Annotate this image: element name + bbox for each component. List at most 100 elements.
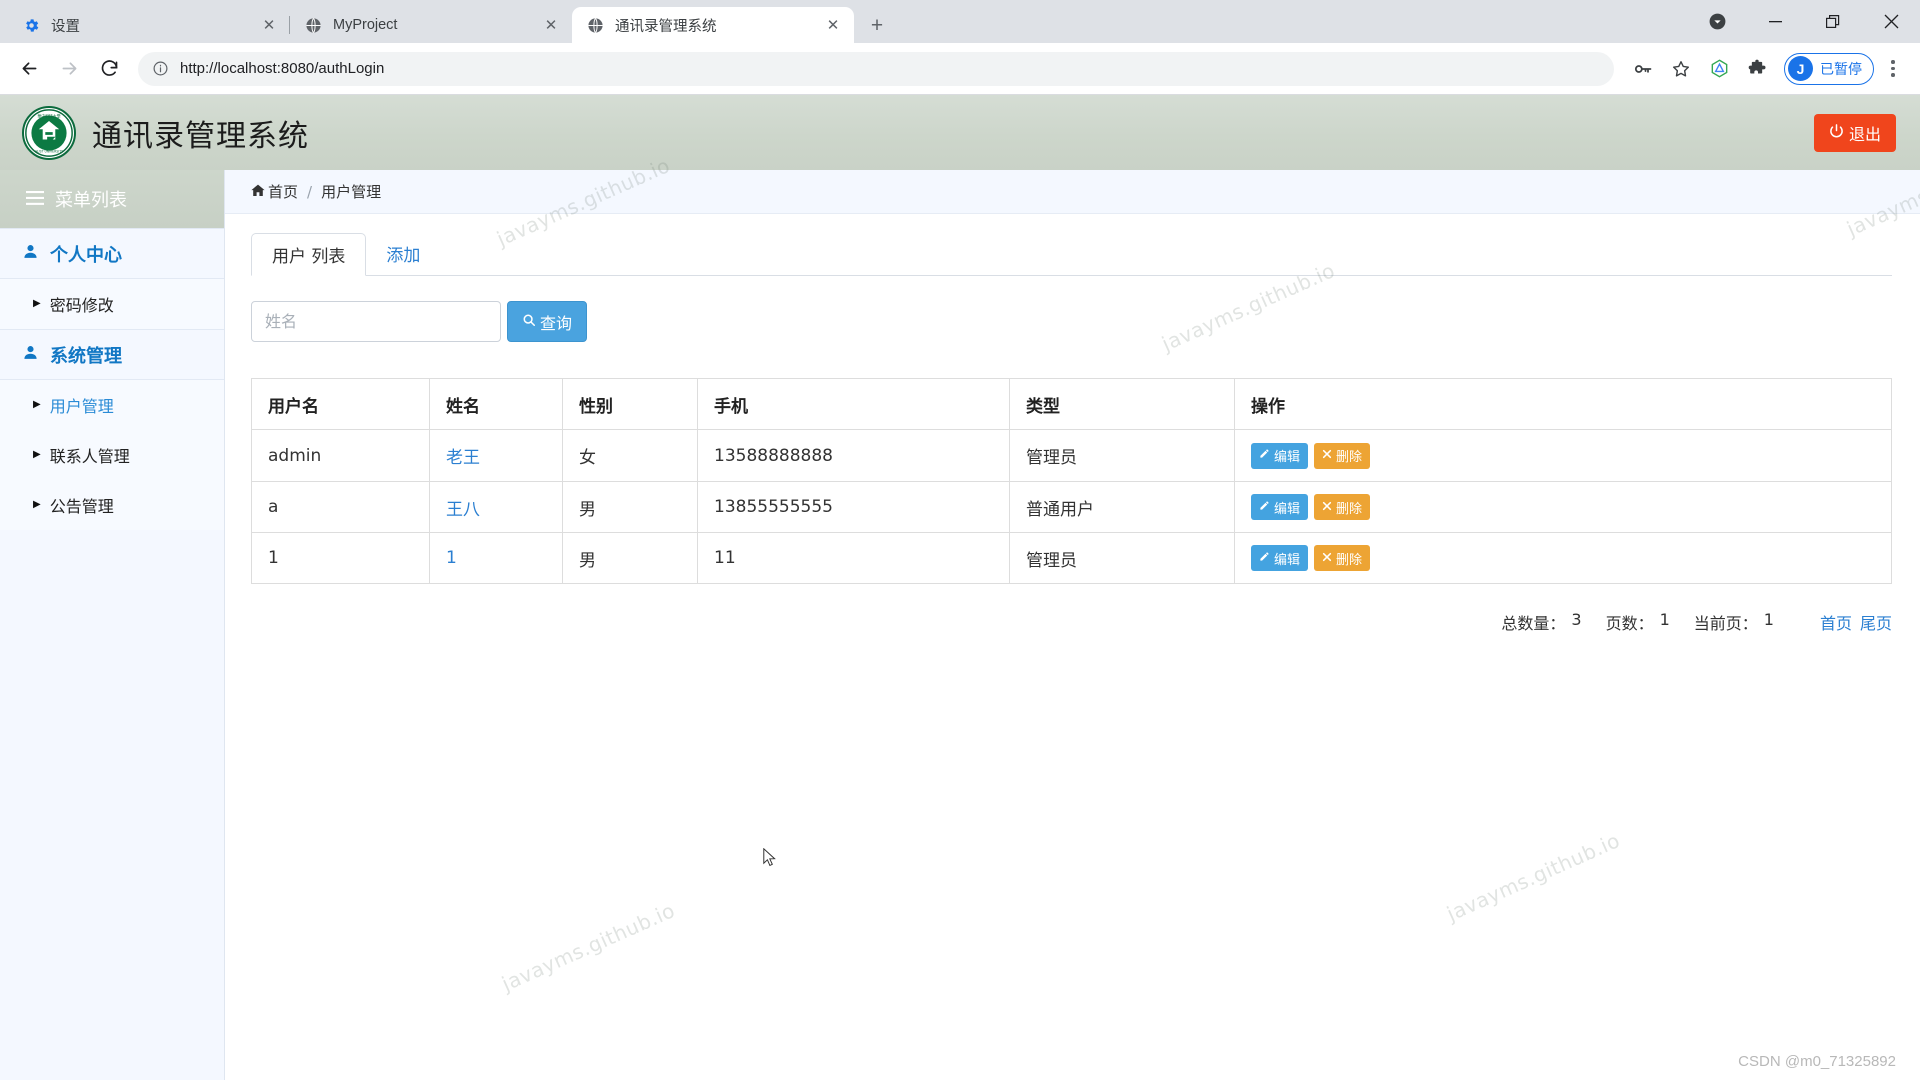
table-body: admin 老王 女 13588888888 管理员 编辑 删除 a 王八 男 …: [251, 429, 1892, 584]
delete-label: 删除: [1336, 552, 1363, 568]
pagination-current: 当前页： 1: [1694, 610, 1774, 634]
content-panel: 用户 列表 添加 查询: [225, 214, 1920, 634]
name-link[interactable]: 王八: [446, 500, 480, 520]
breadcrumb-home[interactable]: 首页: [251, 181, 298, 202]
power-icon: [1829, 123, 1844, 142]
info-icon[interactable]: [152, 60, 170, 78]
university-emblem-icon: 華中科技大學 HUST UNIVERSITY: [22, 105, 76, 160]
sidebar-item-contact-management[interactable]: ▶ 联系人管理: [0, 430, 224, 480]
sidebar-item-user-management[interactable]: ▶ 用户管理: [0, 380, 224, 430]
close-button[interactable]: [1862, 0, 1920, 43]
reload-icon[interactable]: [92, 52, 126, 86]
browser-window: 设置 ✕ MyProject ✕ 通讯录管理系统 ✕ + http://loca…: [0, 0, 1920, 1080]
edit-button[interactable]: 编辑: [1251, 545, 1309, 571]
table-row: 1 1 男 11 管理员 编辑 删除: [251, 532, 1892, 584]
column-header-phone: 手机: [697, 378, 1010, 430]
name-link[interactable]: 1: [446, 548, 457, 568]
sidebar-item-label: 用户管理: [49, 397, 114, 416]
panel-tabs: 用户 列表 添加: [251, 233, 1892, 276]
pagination-total: 总数量： 3: [1501, 610, 1581, 634]
pagination: 总数量： 3 页数： 1 当前页： 1 首页 尾页: [251, 610, 1892, 634]
back-arrow-icon[interactable]: [12, 52, 46, 86]
logout-button[interactable]: 退出: [1813, 113, 1896, 152]
star-icon[interactable]: [1664, 52, 1698, 86]
cell-username: 1: [251, 532, 430, 584]
window-controls: [1688, 0, 1920, 43]
close-icon[interactable]: ✕: [822, 14, 844, 36]
chevron-right-icon: ▶: [33, 399, 41, 410]
forward-arrow-icon[interactable]: [52, 52, 86, 86]
table-header-row: 用户名 姓名 性别 手机 类型 操作: [251, 378, 1892, 430]
cell-actions: 编辑 删除: [1234, 532, 1892, 584]
delete-button[interactable]: 删除: [1314, 494, 1371, 520]
download-icon[interactable]: [1688, 0, 1746, 43]
puzzle-icon[interactable]: [1740, 52, 1774, 86]
cell-username: admin: [251, 429, 430, 482]
breadcrumb-current: 用户管理: [321, 183, 382, 201]
pencil-icon: [1259, 500, 1270, 515]
sidebar-group-system[interactable]: 系统管理: [0, 329, 224, 380]
delete-button[interactable]: 删除: [1314, 442, 1371, 469]
name-link[interactable]: 老王: [446, 448, 480, 468]
cell-gender: 男: [562, 481, 698, 533]
tab-add[interactable]: 添加: [366, 232, 440, 275]
edit-label: 编辑: [1274, 501, 1301, 517]
sidebar-item-label: 密码修改: [49, 296, 114, 315]
user-icon: [22, 243, 39, 265]
key-icon[interactable]: [1626, 52, 1660, 86]
logout-label: 退出: [1848, 124, 1881, 144]
cell-type: 管理员: [1009, 532, 1235, 584]
pagination-total-label: 总数量：: [1501, 614, 1566, 633]
browser-tab-active[interactable]: 通讯录管理系统 ✕: [572, 7, 854, 43]
edit-button[interactable]: 编辑: [1251, 494, 1309, 520]
avatar: J: [1788, 56, 1813, 81]
last-page-link[interactable]: 尾页: [1860, 610, 1892, 634]
user-table: 用户名 姓名 性别 手机 类型 操作 admin 老王 女 1358888888…: [251, 378, 1892, 584]
column-header-type: 类型: [1009, 378, 1235, 430]
sidebar-item-password-change[interactable]: ▶ 密码修改: [0, 279, 224, 329]
close-icon[interactable]: ✕: [258, 14, 280, 36]
first-page-link[interactable]: 首页: [1820, 610, 1852, 634]
app-header: 華中科技大學 HUST UNIVERSITY 通讯录管理系统 退出: [0, 95, 1920, 170]
cell-name: 1: [429, 532, 563, 584]
cell-type: 管理员: [1009, 429, 1235, 482]
new-tab-button[interactable]: +: [862, 10, 892, 40]
delete-button[interactable]: 删除: [1314, 545, 1371, 571]
search-button[interactable]: 查询: [507, 301, 588, 342]
pagination-pages-value: 1: [1659, 610, 1670, 629]
browser-toolbar: http://localhost:8080/authLogin J 已暂停: [0, 43, 1920, 95]
chevron-right-icon: ▶: [33, 499, 41, 510]
restore-button[interactable]: [1804, 0, 1862, 43]
cell-phone: 13855555555: [697, 481, 1010, 533]
close-icon[interactable]: ✕: [540, 14, 562, 36]
three-dots-icon[interactable]: [1878, 52, 1908, 86]
browser-tab-myproject[interactable]: MyProject ✕: [290, 7, 572, 43]
address-bar[interactable]: http://localhost:8080/authLogin: [138, 51, 1614, 86]
edit-button[interactable]: 编辑: [1251, 442, 1309, 469]
chevron-right-icon: ▶: [33, 298, 41, 309]
minimize-button[interactable]: [1746, 0, 1804, 43]
sidebar-item-label: 联系人管理: [49, 447, 130, 466]
browser-tab-settings[interactable]: 设置 ✕: [8, 7, 290, 43]
sidebar-group-personal[interactable]: 个人中心: [0, 228, 224, 279]
profile-button[interactable]: J 已暂停: [1784, 52, 1874, 85]
browser-tab-title: 通讯录管理系统: [615, 18, 717, 35]
table-row: admin 老王 女 13588888888 管理员 编辑 删除: [251, 429, 1892, 482]
globe-icon: [586, 16, 604, 34]
svg-text:HUST UNIVERSITY: HUST UNIVERSITY: [35, 149, 63, 153]
cell-phone: 11: [697, 532, 1010, 584]
search-input[interactable]: [251, 301, 501, 342]
profile-status-label: 已暂停: [1820, 60, 1862, 77]
page-viewport: javayms.github.io javayms.github.io java…: [0, 95, 1920, 1080]
sidebar-item-notice-management[interactable]: ▶ 公告管理: [0, 480, 224, 530]
cell-name: 老王: [429, 429, 563, 482]
diamond-icon[interactable]: [1702, 52, 1736, 86]
sidebar-item-label: 公告管理: [49, 497, 114, 516]
cell-gender: 男: [562, 532, 698, 584]
cell-gender: 女: [562, 429, 698, 482]
main-content: 首页 / 用户管理 用户 列表 添加 姓名 查询 用户名 姓名 性别 手机 类型…: [225, 170, 1920, 1080]
delete-label: 删除: [1336, 501, 1363, 517]
tab-user-list[interactable]: 用户 列表: [251, 233, 367, 276]
breadcrumb: 首页 / 用户管理: [225, 170, 1920, 214]
table-head: 用户名 姓名 性别 手机 类型 操作: [251, 378, 1892, 430]
